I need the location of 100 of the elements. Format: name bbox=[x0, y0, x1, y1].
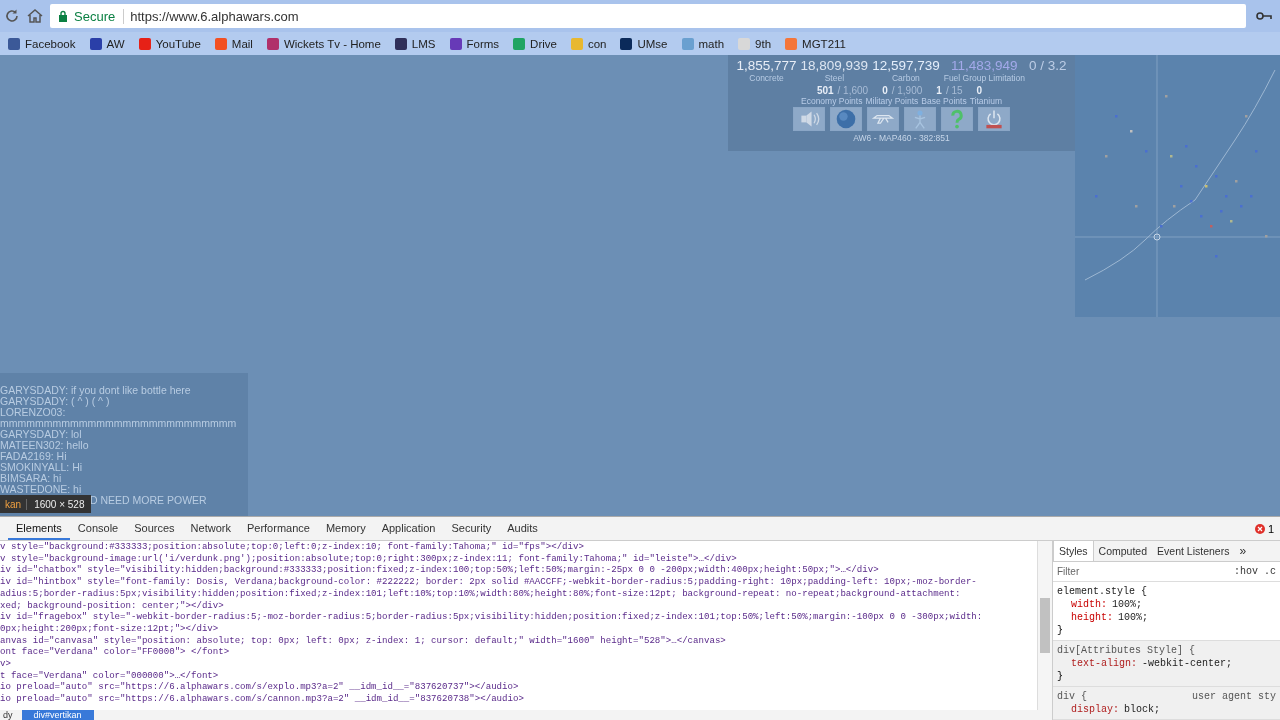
css-property[interactable]: height: bbox=[1071, 612, 1113, 623]
reload-icon[interactable] bbox=[4, 8, 20, 24]
bookmark[interactable]: Facebook bbox=[8, 37, 76, 50]
bookmark[interactable]: YouTube bbox=[138, 37, 201, 50]
resource-value: 1,855,777 bbox=[736, 58, 797, 73]
css-selector: div { bbox=[1057, 690, 1087, 703]
code-line[interactable]: io preload="auto" src="https://6.alphawars.com/s/cannon.mp3?a=2" __idm_id__="837620738"></audio> bbox=[0, 693, 1037, 705]
bookmark-label: con bbox=[587, 37, 607, 50]
bookmark-label: math bbox=[698, 37, 725, 50]
bookmark-label: AW bbox=[106, 37, 125, 50]
code-line[interactable]: iv id="chatbox" style="visibility:hidden;background:#333333;position:fixed;z-index:100;top:50%;left:50%;margin:-25px 0 0 -200px;width:400px;height:50px;">…</div> bbox=[0, 564, 1037, 577]
code-line[interactable]: io preload="auto" src="https://6.alphawars.com/s/explo.mp3?a=2" __idm_id__="837620737"></audio> bbox=[0, 681, 1037, 694]
points-label: Base Points bbox=[921, 96, 967, 106]
styles-tab[interactable]: Computed bbox=[1093, 541, 1153, 562]
url-text: https://www.6.alphawars.com bbox=[130, 8, 299, 24]
points-label: Titanium bbox=[969, 96, 1002, 106]
code-line[interactable]: adius:5;border-radius:5px;visibility:hidden;position:fixed;z-index:101;left:10%;top:10%;width:80%;height:80%;font-size:12pt; background-repeat: no-repeat;background-attachment: bbox=[0, 587, 1037, 600]
scrollbar-thumb[interactable] bbox=[1040, 598, 1050, 653]
toggle-button[interactable]: .c bbox=[1264, 566, 1276, 578]
security-label: Secure bbox=[74, 8, 125, 24]
resource-value: 12,597,739 bbox=[872, 58, 940, 73]
chat-message: mmmmmmmmmmmmmmmmmmmmmmmmmmm bbox=[0, 418, 238, 429]
breadcrumb[interactable]: div#vertikan bbox=[21, 710, 94, 720]
code-line[interactable]: iv id="hintbox" style="font-family: Dosis, Verdana;background-color: #222222; border: 2px solid #AACCFF;-webkit-border-radius:5;padding-right: 10px;padding-left: 10px;-moz-border- bbox=[0, 576, 1037, 588]
scrollbar[interactable] bbox=[1037, 541, 1052, 710]
devtools-tab[interactable]: Sources bbox=[126, 517, 183, 540]
devtools-tab[interactable]: Elements bbox=[8, 517, 70, 540]
styles-tab[interactable]: Styles bbox=[1053, 541, 1094, 562]
chat-message: MATEEN302: hello bbox=[0, 440, 90, 451]
chat-message: D NEED MORE POWER bbox=[90, 494, 207, 506]
bookmark-label: UMse bbox=[637, 37, 668, 50]
resource-label: Concrete bbox=[749, 73, 784, 83]
css-property[interactable]: display: bbox=[1071, 704, 1119, 715]
code-line[interactable]: anvas id="canvasa" style="position: absolute; top: 0px; left: 0px; z-index: 1; cursor: default;" width="1600" height="528">…</canvas> bbox=[0, 634, 1037, 647]
chat-message: BIMSARA: hi bbox=[0, 473, 63, 484]
bookmark[interactable]: AW bbox=[89, 37, 125, 50]
code-line[interactable]: v> bbox=[0, 658, 1037, 670]
game-button[interactable] bbox=[793, 107, 825, 131]
points-value: 0 bbox=[976, 85, 983, 96]
element-name: kan bbox=[4, 498, 23, 510]
bookmark-label: YouTube bbox=[155, 37, 201, 50]
game-button[interactable] bbox=[978, 107, 1010, 131]
code-line[interactable]: 0px;height:200px;font-size:12pt;"></div> bbox=[0, 622, 1037, 635]
resource-value: 0 / 3.2 bbox=[1028, 58, 1067, 73]
css-brace: } bbox=[1057, 670, 1064, 683]
code-line[interactable]: t face="Verdana" color="000000">…</font> bbox=[0, 669, 1037, 682]
css-property[interactable]: width: bbox=[1071, 599, 1107, 610]
bookmark-label: MGT211 bbox=[802, 37, 846, 50]
bookmark[interactable]: math bbox=[681, 37, 725, 50]
lock-icon bbox=[58, 10, 68, 22]
devtools-tab[interactable]: Performance bbox=[238, 517, 318, 540]
bookmark[interactable]: Drive bbox=[513, 37, 557, 50]
error-count[interactable]: 1 bbox=[1267, 522, 1274, 535]
toggle-button[interactable]: :hov bbox=[1233, 566, 1258, 578]
code-line[interactable]: xed; background-position: center;"></div> bbox=[0, 599, 1037, 612]
location-text: AW6 - MAP460 - 382:851 bbox=[853, 133, 950, 143]
css-property[interactable]: text-align: bbox=[1071, 658, 1137, 669]
bookmark[interactable]: LMS bbox=[394, 37, 436, 50]
key-icon bbox=[1256, 11, 1272, 21]
bookmark[interactable]: 9th bbox=[738, 37, 772, 50]
code-line[interactable]: ont face="Verdana" color="FF0000"> </font> bbox=[0, 646, 1037, 659]
chat-message: GARYSDADY: if you dont like bottle here bbox=[0, 385, 192, 396]
devtools-tab[interactable]: Memory bbox=[317, 517, 374, 540]
home-icon[interactable] bbox=[26, 8, 44, 24]
game-button[interactable] bbox=[830, 107, 862, 131]
address-bar[interactable]: Secure https://www.6.alphawars.com bbox=[50, 4, 1246, 28]
bookmark[interactable]: Mail bbox=[214, 37, 253, 50]
chat-message: LORENZO03: bbox=[0, 407, 67, 418]
css-selector: element.style { bbox=[1057, 585, 1147, 598]
resource-label: Fuel Group Limitation bbox=[943, 73, 1025, 83]
chat-message: GARYSDADY: ( ^ ) ( ^ ) bbox=[0, 396, 111, 407]
code-line[interactable]: v style="background-image:url('i/verdunk.png');position:absolute;top:0;right:300px;z-index:11; font-family:Tahoma;" id="leiste">…</div> bbox=[0, 552, 1037, 565]
devtools-tab[interactable]: Network bbox=[182, 517, 239, 540]
css-value[interactable]: block; bbox=[1124, 704, 1161, 715]
css-value[interactable]: 100%; bbox=[1112, 599, 1143, 610]
game-button[interactable] bbox=[867, 107, 899, 131]
code-line[interactable]: iv id="fragebox" style="-webkit-border-radius:5;-moz-border-radius:5;border-radius:5px;visibility:hidden;position:fixed;z-index:101;top:50%;left:50%;margin:-100px 0 0 -300px;width: bbox=[0, 611, 1037, 623]
css-value[interactable]: 100%; bbox=[1118, 612, 1149, 623]
points-max: / 1,600 bbox=[837, 85, 869, 96]
element-size: 1600 × 528 bbox=[26, 498, 92, 510]
more-tabs-button[interactable]: » bbox=[1234, 541, 1252, 562]
devtools-tab[interactable]: Security bbox=[443, 517, 500, 540]
breadcrumb[interactable]: dy bbox=[0, 710, 16, 720]
resource-value: 11,483,949 bbox=[951, 58, 1018, 73]
chat-message: WASTEDONE: hi bbox=[0, 484, 83, 495]
resource-value: 18,809,939 bbox=[800, 58, 869, 73]
bookmark[interactable]: Forms bbox=[449, 37, 500, 50]
devtools-tab[interactable]: Application bbox=[373, 517, 444, 540]
css-value[interactable]: -webkit-center; bbox=[1142, 658, 1233, 669]
code-line[interactable]: v style="background:#333333;position:absolute;top:0;left:0;z-index:10; font-family:Tahoma;" id="fps"></div> bbox=[0, 541, 1037, 553]
bookmark[interactable]: MGT211 bbox=[785, 37, 846, 50]
devtools-tab[interactable]: Console bbox=[69, 517, 127, 540]
styles-tab[interactable]: Event Listeners bbox=[1152, 541, 1235, 562]
bookmark[interactable]: con bbox=[570, 37, 607, 50]
bookmark[interactable]: UMse bbox=[620, 37, 668, 50]
resource-label: Steel bbox=[824, 73, 844, 83]
points-label: Military Points bbox=[865, 96, 919, 106]
bookmark-label: Drive bbox=[530, 37, 557, 50]
chat-message: FADA2169: Hi bbox=[0, 451, 68, 462]
devtools-tab[interactable]: Audits bbox=[499, 517, 546, 540]
